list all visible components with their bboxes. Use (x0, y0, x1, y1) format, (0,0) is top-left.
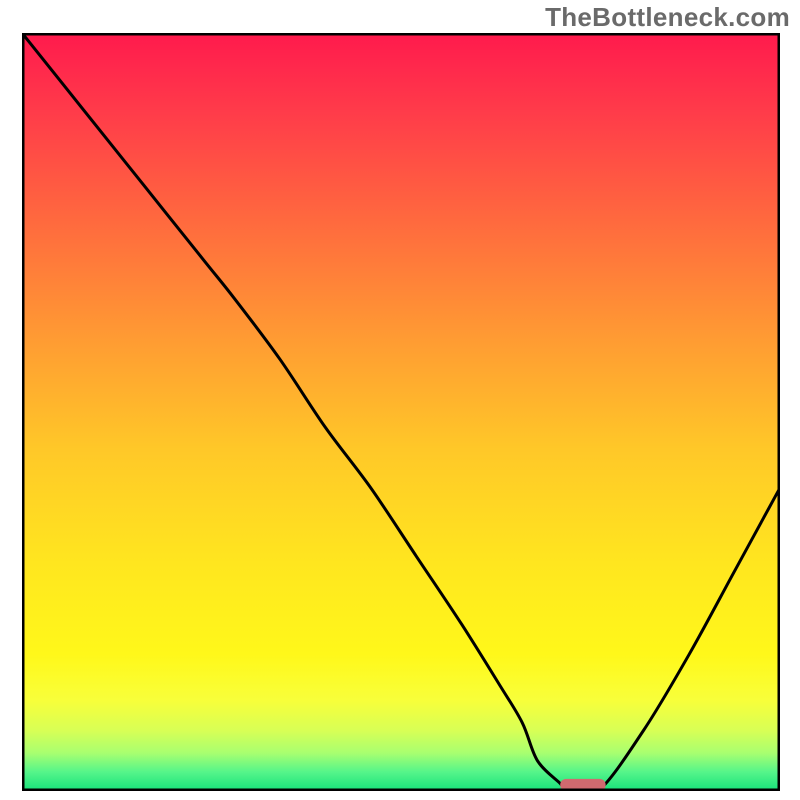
watermark-text: TheBottleneck.com (545, 2, 790, 33)
chart-stage: TheBottleneck.com (0, 0, 800, 800)
bottleneck-chart (22, 33, 780, 791)
plot-frame (22, 33, 780, 791)
gradient-background (22, 33, 780, 791)
